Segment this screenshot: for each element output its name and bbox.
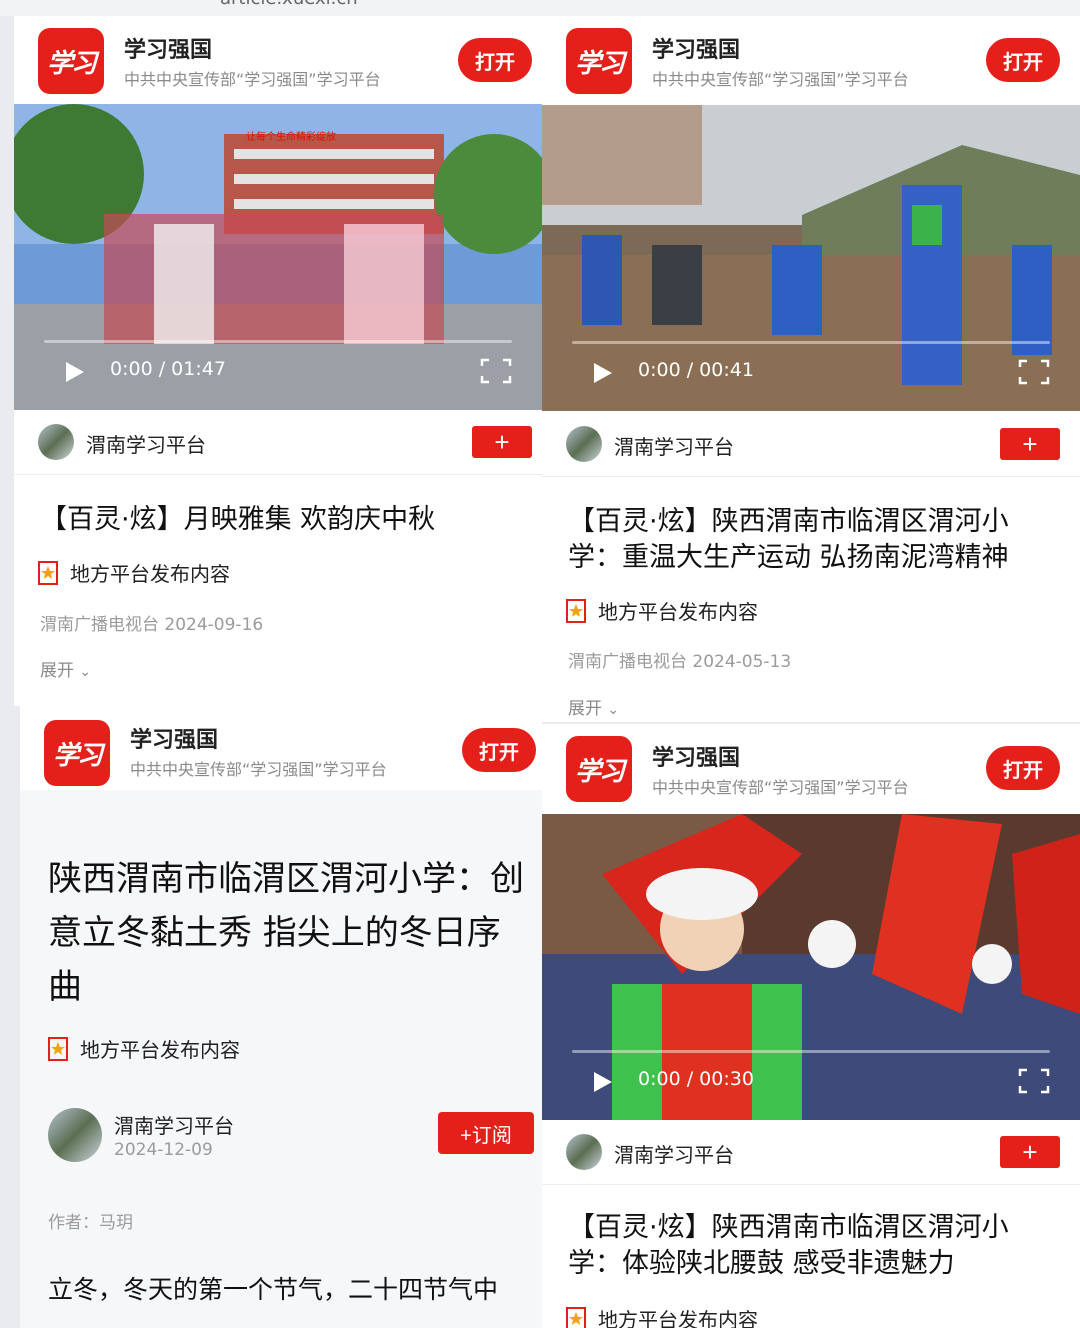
tag-label: 地方平台发布内容 [70,562,230,586]
open-app-button[interactable]: 打开 [458,38,532,82]
fullscreen-icon[interactable] [1018,1068,1050,1094]
article-title: 陕西渭南市临渭区渭河小学：创意立冬黏土秀 指尖上的冬日序曲 [48,859,524,1007]
tag-row: 地方平台发布内容 [48,1034,240,1063]
author-line: 作者：马玥 [48,1213,133,1233]
video-controls: 0:00 / 00:41 [542,341,1080,411]
article-body: 立冬，冬天的第一个节气，二十四节气中 [48,1275,499,1304]
article-title[interactable]: 【百灵·炫】陕西渭南市临渭区渭河小学：体验陕北腰鼓 感受非遗魅力 [568,1210,1050,1282]
xuexi-logo: 学习 [566,28,632,94]
chevron-down-icon: ⌄ [79,664,92,680]
play-icon[interactable] [592,1070,614,1094]
play-icon[interactable] [64,360,86,384]
video-banner-text: 让每个生命精彩绽放 [246,130,336,143]
follow-button[interactable]: + [1000,1136,1060,1168]
app-header: 学习 学习强国 中共中央宣传部“学习强国”学习平台 打开 [14,16,542,104]
tag-label: 地方平台发布内容 [598,600,758,624]
card-south-mud-bay: 学习 学习强国 中共中央宣传部“学习强国”学习平台 打开 0:00 / 00:4… [542,16,1080,722]
play-icon[interactable] [592,361,614,385]
app-subtitle: 中共中央宣传部“学习强国”学习平台 [130,760,387,779]
browser-url-strip: article.xuexi.cn [0,0,1080,16]
xuexi-logo: 学习 [566,736,632,802]
app-subtitle: 中共中央宣传部“学习强国”学习平台 [652,778,909,797]
open-app-button[interactable]: 打开 [986,38,1060,82]
url-text: article.xuexi.cn [220,0,358,9]
xuexi-logo: 学习 [44,720,110,786]
xuexi-logo: 学习 [38,28,104,94]
publish-meta: 渭南广播电视台 2024-05-13 [568,652,792,672]
fullscreen-icon[interactable] [1018,359,1050,385]
chevron-down-icon: ⌄ [607,702,620,718]
publish-meta: 渭南广播电视台 2024-09-16 [40,615,264,635]
bookmark-star-icon [48,1036,68,1061]
video-player[interactable]: 0:00 / 00:41 [542,105,1080,411]
article-title[interactable]: 【百灵·炫】陕西渭南市临渭区渭河小学：重温大生产运动 弘扬南泥湾精神 [568,504,1050,576]
subscribe-button[interactable]: +订阅 [438,1112,534,1154]
card-waist-drum: 学习 学习强国 中共中央宣传部“学习强国”学习平台 打开 0:00 / 00:3… [542,724,1080,1328]
card-winter-clay: 学习 学习强国 中共中央宣传部“学习强国”学习平台 打开 陕西渭南市临渭区渭河小… [20,706,542,1328]
app-name: 学习强国 [130,728,219,753]
tag-row: 地方平台发布内容 [566,1304,758,1328]
avatar [48,1108,102,1162]
expand-label: 展开 [568,699,602,719]
source-name[interactable]: 渭南学习平台 [114,1110,234,1139]
app-header: 学习 学习强国 中共中央宣传部“学习强国”学习平台 打开 [542,724,1080,812]
app-subtitle: 中共中央宣传部“学习强国”学习平台 [652,70,909,89]
progress-bar[interactable] [572,341,1050,344]
article-title[interactable]: 【百灵·炫】月映雅集 欢韵庆中秋 [40,502,522,538]
source-row: 渭南学习平台 + [542,412,1080,477]
app-subtitle: 中共中央宣传部“学习强国”学习平台 [124,70,381,89]
tag-row: 地方平台发布内容 [566,596,758,625]
source-row: 渭南学习平台 + [14,410,542,475]
source-date: 2024-12-09 [114,1140,213,1160]
avatar [566,1134,602,1170]
expand-toggle[interactable]: 展开 ⌄ [568,694,619,719]
card-mid-autumn: 学习 学习强国 中共中央宣传部“学习强国”学习平台 打开 让每个生命精彩绽放 0… [14,16,542,706]
video-time: 0:00 / 01:47 [110,358,226,380]
follow-button[interactable]: + [472,426,532,458]
bookmark-star-icon [566,598,586,623]
video-player[interactable]: 0:00 / 00:30 [542,814,1080,1120]
progress-bar[interactable] [572,1050,1050,1053]
app-name: 学习强国 [652,38,741,63]
progress-bar[interactable] [44,340,512,343]
tag-label: 地方平台发布内容 [598,1308,758,1328]
tag-label: 地方平台发布内容 [80,1038,240,1062]
app-header: 学习 学习强国 中共中央宣传部“学习强国”学习平台 打开 [20,706,542,790]
source-name[interactable]: 渭南学习平台 [614,431,734,460]
source-row: 渭南学习平台 + [542,1120,1080,1185]
expand-toggle[interactable]: 展开 ⌄ [40,656,91,681]
open-app-button[interactable]: 打开 [986,746,1060,790]
video-controls: 0:00 / 00:30 [542,1050,1080,1120]
open-app-button[interactable]: 打开 [462,728,536,772]
source-name[interactable]: 渭南学习平台 [614,1139,734,1168]
avatar [38,424,74,460]
bookmark-star-icon [38,560,58,585]
video-time: 0:00 / 00:41 [638,359,754,381]
app-name: 学习强国 [124,38,213,63]
video-controls: 0:00 / 01:47 [14,340,542,410]
tag-row: 地方平台发布内容 [38,558,230,587]
source-name[interactable]: 渭南学习平台 [86,429,206,458]
app-name: 学习强国 [652,746,741,771]
video-time: 0:00 / 00:30 [638,1068,754,1090]
follow-button[interactable]: + [1000,428,1060,460]
expand-label: 展开 [40,661,74,681]
video-player[interactable]: 让每个生命精彩绽放 0:00 / 01:47 [14,104,542,410]
app-header: 学习 学习强国 中共中央宣传部“学习强国”学习平台 打开 [542,16,1080,104]
fullscreen-icon[interactable] [480,358,512,384]
bookmark-star-icon [566,1306,586,1328]
avatar [566,426,602,462]
